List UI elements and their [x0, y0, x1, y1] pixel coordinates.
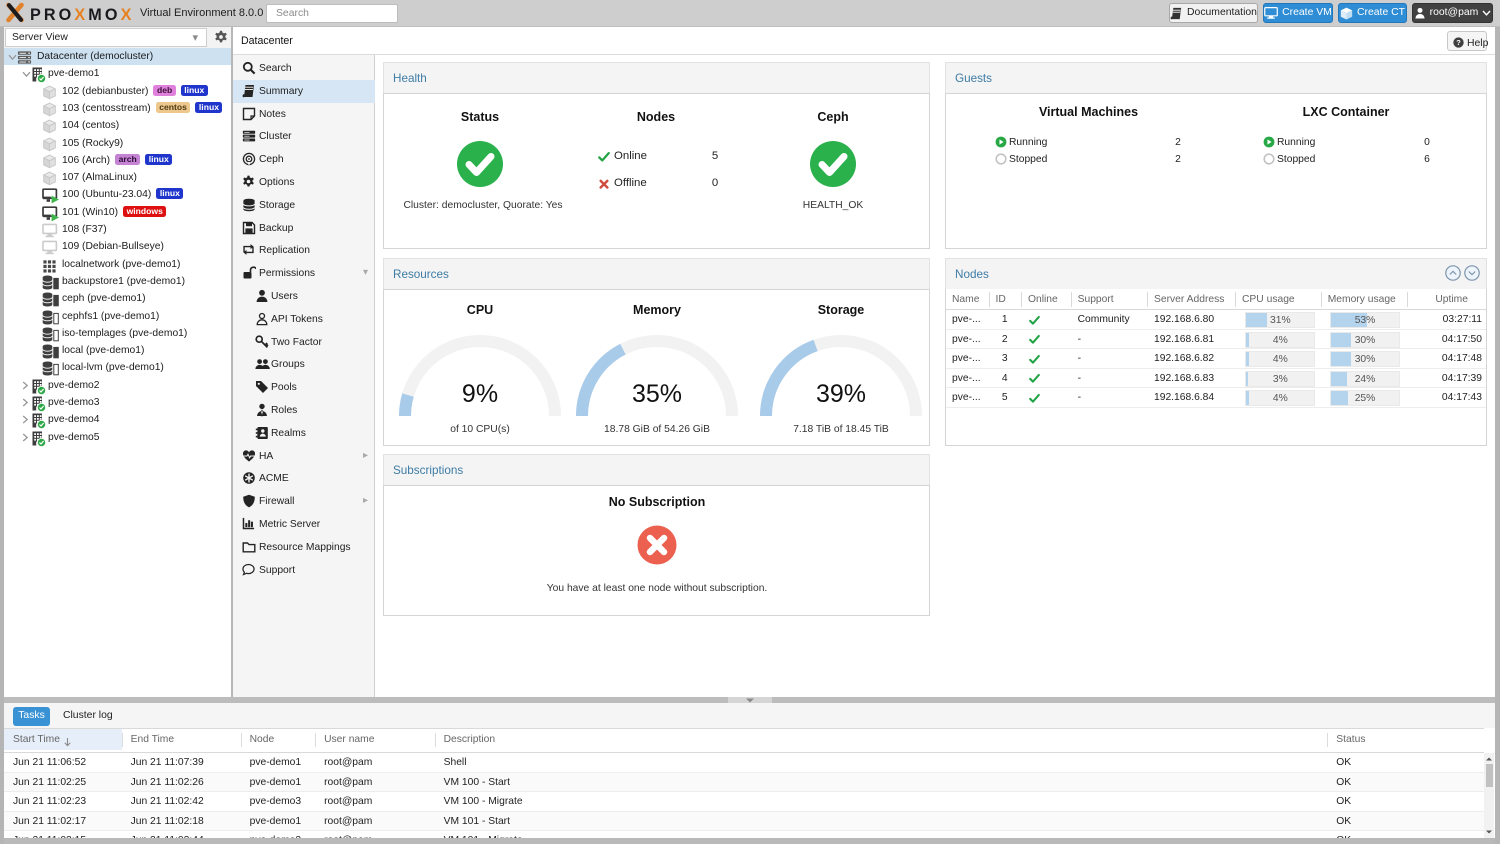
svg-text:?: ? [1456, 38, 1461, 47]
